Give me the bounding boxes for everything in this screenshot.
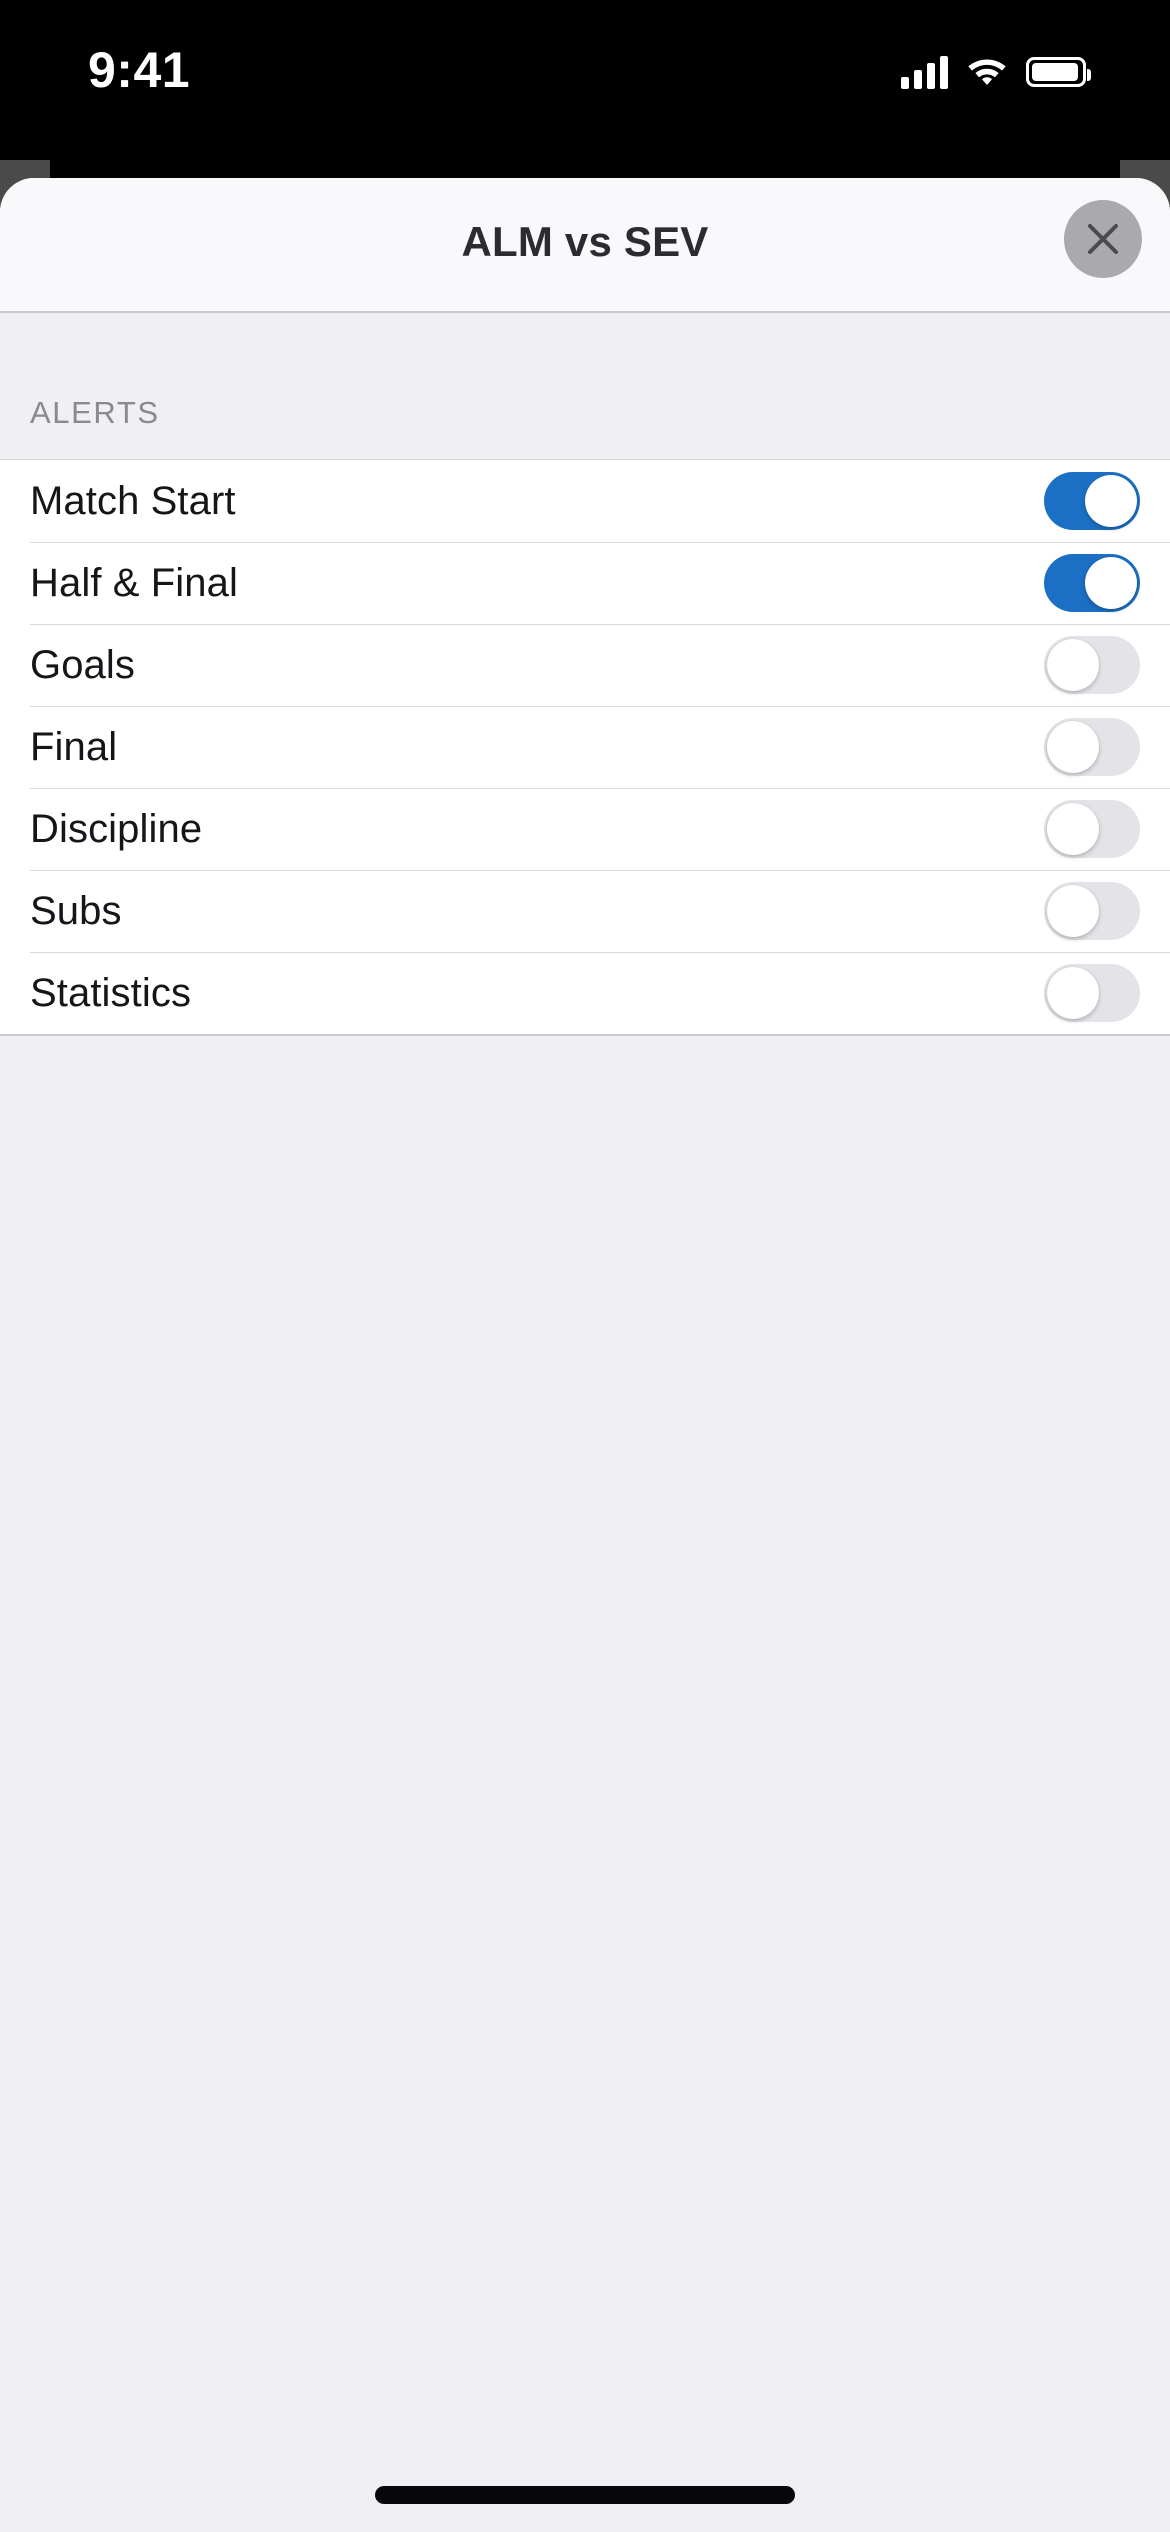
section-header-label: ALERTS — [30, 395, 160, 430]
list-item-label: Discipline — [30, 806, 203, 851]
toggle-knob — [1047, 885, 1099, 937]
toggle-knob — [1085, 557, 1137, 609]
list-item[interactable]: Subs — [0, 870, 1170, 952]
toggle-knob — [1047, 639, 1099, 691]
close-button[interactable] — [1064, 200, 1142, 278]
cellular-bars-icon — [901, 55, 948, 89]
modal-navbar: ALM vs SEV — [0, 178, 1170, 313]
list-item-label: Final — [30, 724, 118, 769]
list-item[interactable]: Half & Final — [0, 542, 1170, 624]
list-item-label: Goals — [30, 642, 135, 687]
list-item[interactable]: Discipline — [0, 788, 1170, 870]
toggle-knob — [1085, 475, 1137, 527]
status-bar-indicators — [901, 44, 1091, 100]
toggle-knob — [1047, 721, 1099, 773]
list-item[interactable]: Goals — [0, 624, 1170, 706]
wifi-icon — [966, 54, 1008, 91]
list-item[interactable]: Statistics — [0, 952, 1170, 1034]
close-x-icon — [1088, 224, 1118, 254]
status-bar: 9:41 — [0, 0, 1170, 160]
alerts-section-header: ALERTS — [0, 313, 1170, 459]
status-bar-time: 9:41 — [88, 42, 191, 98]
toggle-statistics[interactable] — [1044, 964, 1140, 1022]
phone-screen: 9:41 ALM vs SEV ALERTS Match Start Half … — [0, 0, 1170, 2532]
home-indicator[interactable] — [375, 2486, 795, 2504]
page-title: ALM vs SEV — [461, 218, 709, 265]
toggle-subs[interactable] — [1044, 882, 1140, 940]
list-item[interactable]: Match Start — [0, 460, 1170, 542]
toggle-match-start[interactable] — [1044, 472, 1140, 530]
alerts-list: Match Start Half & Final Goals Final Dis… — [0, 459, 1170, 1036]
list-item-label: Statistics — [30, 970, 192, 1015]
list-item-label: Match Start — [30, 478, 236, 523]
empty-content-area — [0, 1036, 1170, 1936]
list-item-label: Subs — [30, 888, 122, 933]
toggle-goals[interactable] — [1044, 636, 1140, 694]
toggle-knob — [1047, 803, 1099, 855]
toggle-discipline[interactable] — [1044, 800, 1140, 858]
battery-icon — [1026, 57, 1091, 87]
toggle-knob — [1047, 967, 1099, 1019]
toggle-final[interactable] — [1044, 718, 1140, 776]
toggle-half-and-final[interactable] — [1044, 554, 1140, 612]
alerts-modal-sheet: ALM vs SEV ALERTS Match Start Half & Fin… — [0, 178, 1170, 2532]
list-item-label: Half & Final — [30, 560, 238, 605]
list-item[interactable]: Final — [0, 706, 1170, 788]
